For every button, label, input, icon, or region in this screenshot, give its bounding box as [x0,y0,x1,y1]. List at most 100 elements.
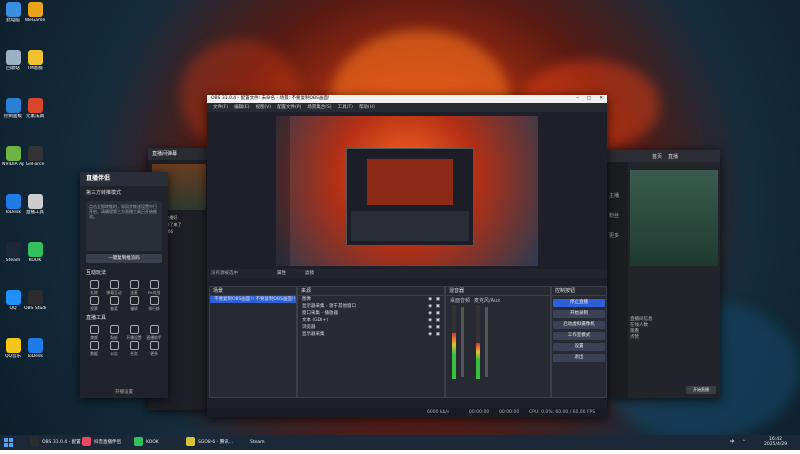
grid-item[interactable]: 开播设置 [124,324,144,340]
right-go-live-button[interactable]: 开始直播 [686,386,716,394]
lock-icon[interactable]: ▣ [436,303,440,310]
eye-icon[interactable]: ◉ [428,310,432,317]
control-button[interactable]: 设置 [553,343,605,351]
grid-item[interactable]: 数据 [84,340,104,356]
controls-header: 控制按钮 [552,287,606,296]
desktop-icon[interactable]: WeGame [24,2,46,38]
close-button[interactable]: ✕ [599,95,603,103]
obs-source-toolbar: 没有源被选中 属性 滤镜 [207,269,607,278]
taskbar-item[interactable]: OBS 31.0.4 - 配置... [30,435,85,450]
desktop-icon[interactable]: KOOK [24,242,46,278]
grid-item[interactable]: PK对战 [144,279,164,295]
clock[interactable]: 16:42 2025/4/29 [764,437,787,447]
eye-icon[interactable]: ◉ [428,331,432,338]
eye-icon[interactable]: ◉ [428,296,432,303]
helper-mode[interactable]: 第三方转推模式 [80,186,168,199]
app-icon [5,146,21,161]
lock-icon[interactable]: ▣ [436,331,440,338]
control-button[interactable]: 开始录制 [553,310,605,318]
desktop-icon[interactable]: ToDesk [2,194,24,230]
source-item[interactable]: 窗口采集 - 播放器 ◉ ▣ [298,310,444,317]
properties-button[interactable]: 属性 [277,269,286,278]
grid-item[interactable]: 美颜 [84,324,104,340]
grid-item[interactable]: 连麦 [124,279,144,295]
control-button[interactable]: 启动虚拟摄像机 [553,321,605,329]
menu-item[interactable]: 视图(V) [255,105,271,110]
desktop-icon[interactable]: 控制面板 [2,98,24,134]
desktop-icon[interactable]: TM客服 [24,50,46,86]
app-icon [82,437,91,446]
mixer-channel-label: 麦克风/Aux [474,298,501,304]
desktop-icon[interactable]: OBS Studio [24,290,46,326]
right-tab-live[interactable]: 直播 [668,153,678,160]
lock-icon[interactable]: ▣ [436,296,440,303]
source-item[interactable]: 显示器采集 - 源于其他窗口 ◉ ▣ [298,303,444,310]
grid-item[interactable]: 贴纸 [104,324,124,340]
tray-ime[interactable]: 中 [730,435,735,450]
taskbar-item[interactable]: Steam [238,435,288,450]
grid-item[interactable]: 直播助手 [144,324,164,340]
obs-preview[interactable] [276,116,538,266]
source-item[interactable]: 图像 ◉ ▣ [298,296,444,303]
start-button[interactable] [4,435,14,450]
eye-icon[interactable]: ◉ [428,324,432,331]
source-item[interactable]: 显示器采集 ◉ ▣ [298,331,444,338]
desktop-icon[interactable]: GeForce [24,146,46,182]
menu-item[interactable]: 文件(F) [213,105,228,110]
lock-icon[interactable]: ▣ [436,310,440,317]
volume-slider[interactable] [461,307,464,377]
lock-icon[interactable]: ▣ [436,317,440,324]
menu-item[interactable]: 工具(T) [338,105,353,110]
scene-item[interactable]: 不要复制OBS画面!! 不要复制OBS画面!! [210,296,296,303]
eye-icon[interactable]: ◉ [428,317,432,324]
grid-item[interactable]: 公告 [104,340,124,356]
lock-icon[interactable]: ▣ [436,324,440,331]
control-button[interactable]: 停止直播 [553,299,605,307]
desktop-icon[interactable]: QQ音乐 [2,338,24,374]
minimize-button[interactable]: ─ [576,95,579,103]
desktop-icon[interactable]: QQ [2,290,24,326]
desktop-icon[interactable]: 元素法典 [24,98,46,134]
source-item[interactable]: 浏览器 ◉ ▣ [298,324,444,331]
volume-slider[interactable] [485,307,488,377]
taskbar-item-label: KOOK [146,440,159,445]
desktop-icon[interactable]: Steam [2,242,24,278]
right-side-label[interactable]: 更多 [609,232,619,239]
menu-item[interactable]: 配置文件(P) [277,105,301,110]
filters-button[interactable]: 滤镜 [305,269,314,278]
desktop-icon[interactable]: NVIDIA App [2,146,24,182]
copy-stream-key-button[interactable]: 一键复制推流码 [86,254,162,263]
grid-item[interactable]: 弹幕互动 [104,279,124,295]
status-bitrate: 6000 kb/s [427,410,450,415]
app-icon [27,146,43,161]
menu-item[interactable]: 编辑(E) [234,105,249,110]
tray-chevron-icon[interactable]: ⌃ [742,435,746,450]
grid-item[interactable]: 投票 [84,295,104,311]
control-button[interactable]: 工作室模式 [553,332,605,340]
desktop-icon[interactable]: 此电脑 [2,2,24,38]
right-side-label[interactable]: 粉丝 [609,212,619,219]
grid-item[interactable]: 排行榜 [144,295,164,311]
desktop-icon[interactable]: 直播工具 [24,194,46,230]
taskbar-item[interactable]: KOOK [134,435,184,450]
grid-item[interactable]: 福袋 [124,295,144,311]
helper-footer[interactable]: 开播设置 [80,389,168,395]
menu-item[interactable]: 场景集合(S) [307,105,331,110]
grid-item[interactable]: 抽奖 [104,295,124,311]
taskbar-item[interactable]: SGO8-6 - 腾讯... [186,435,236,450]
taskbar-item[interactable]: 抖音直播伴侣 [82,435,132,450]
preview-nested-obs [346,148,474,246]
menu-item[interactable]: 帮助(H) [359,105,375,110]
sources-header: 来源 [298,287,444,296]
desktop-icon[interactable]: ToDesk [24,338,46,374]
maximize-button[interactable]: □ [587,95,591,103]
right-side-label[interactable]: 主播 [609,192,619,199]
desktop-icon[interactable]: 回收站 [2,50,24,86]
grid-item[interactable]: 更多 [144,340,164,356]
control-button[interactable]: 退出 [553,354,605,362]
right-tab-home[interactable]: 首页 [652,153,662,160]
source-item[interactable]: 文本 (GDI+) ◉ ▣ [298,317,444,324]
eye-icon[interactable]: ◉ [428,303,432,310]
grid-item[interactable]: 礼物 [84,279,104,295]
grid-item[interactable]: 任务 [124,340,144,356]
